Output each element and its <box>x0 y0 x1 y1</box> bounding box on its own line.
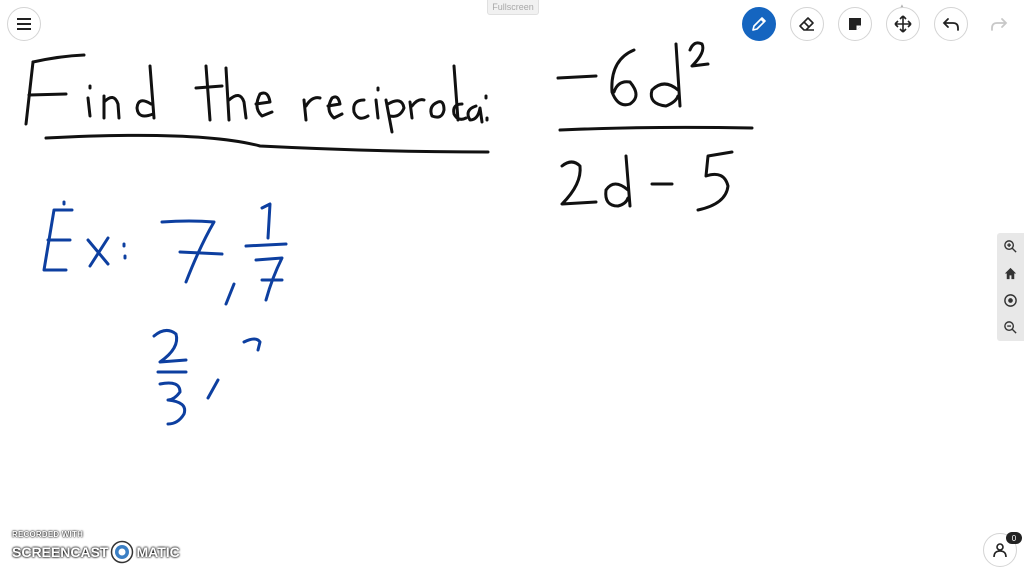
eraser-tool-button[interactable] <box>790 7 824 41</box>
redo-icon <box>991 18 1008 31</box>
handwriting-find-the-reciprocal <box>24 53 490 154</box>
handwriting-example <box>42 200 288 426</box>
hamburger-menu-icon <box>17 18 31 30</box>
move-tool-button[interactable] <box>886 7 920 41</box>
pen-icon <box>752 17 766 31</box>
zoom-controls-panel <box>997 233 1024 341</box>
target-icon <box>1004 294 1017 307</box>
move-arrows-icon <box>894 15 912 33</box>
pen-tool-button[interactable] <box>742 7 776 41</box>
screencast-logo-icon <box>111 540 134 564</box>
sticky-note-button[interactable] <box>838 7 872 41</box>
zoom-in-icon <box>1004 240 1017 253</box>
fullscreen-toggle[interactable]: Fullscreen <box>487 0 539 15</box>
home-view-button[interactable] <box>1002 265 1020 283</box>
collaborator-count-badge: 0 <box>1006 532 1022 544</box>
undo-icon <box>942 18 959 31</box>
whiteboard-canvas[interactable] <box>0 0 1024 576</box>
zoom-out-icon <box>1004 321 1017 334</box>
home-icon <box>1004 267 1017 280</box>
users-icon <box>993 543 1007 558</box>
undo-button[interactable] <box>934 7 968 41</box>
recording-watermark: RECORDED WITH SCREENCAST MATIC <box>12 530 180 564</box>
eraser-icon <box>799 17 814 31</box>
watermark-brand-left: SCREENCAST <box>12 544 109 560</box>
handwriting-fraction-expression <box>556 41 754 212</box>
watermark-recorded-with: RECORDED WITH <box>12 530 84 539</box>
zoom-out-button[interactable] <box>1002 319 1020 337</box>
sticky-note-icon <box>849 18 861 30</box>
redo-button[interactable] <box>982 7 1016 41</box>
watermark-brand-right: MATIC <box>136 544 180 560</box>
main-menu-button[interactable] <box>7 7 41 41</box>
zoom-in-button[interactable] <box>1002 238 1020 256</box>
recenter-button[interactable] <box>1002 292 1020 310</box>
